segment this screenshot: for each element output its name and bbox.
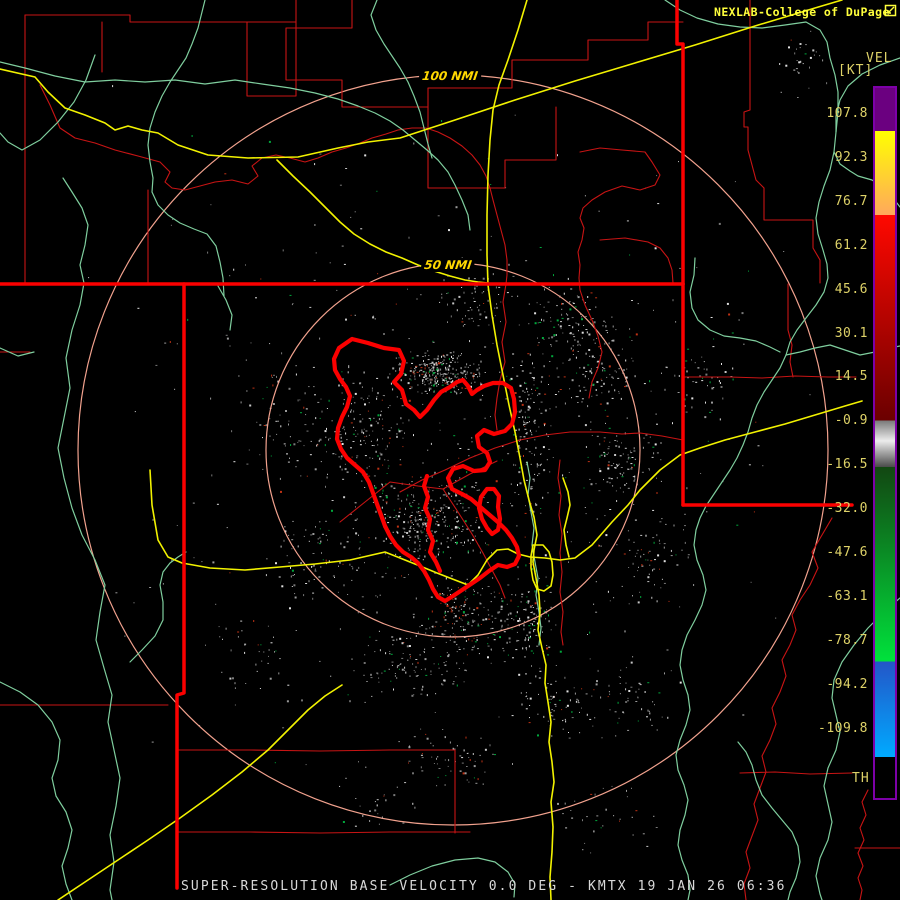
cod-logo-icon [884,4,897,17]
river-line [0,54,96,151]
colorbar-tick-label: -78.7 [826,632,868,648]
river-line [664,0,900,208]
colorbar-tick-label: -0.9 [834,413,868,429]
colorbar-tick-label: 92.3 [834,149,868,165]
river-line [675,151,835,900]
colorbar-tick-label: 45.6 [834,281,868,297]
header-title: NEXLAB-College of DuPage [714,5,890,19]
county-line [599,237,674,284]
radar-map [0,0,900,900]
river-line [689,257,781,353]
range-ring-label: 100 NMI [418,69,482,83]
colorbar-tick-label: 61.2 [834,237,868,253]
colorbar-tick-label: -47.6 [826,545,868,560]
county-line [399,431,684,493]
county-line [24,14,297,23]
colorbar-tick-label: 76.7 [834,193,868,209]
county-line [177,749,456,752]
county-line [246,0,297,97]
colorbar-th-label: TH [852,771,870,786]
velocity-colorbar [873,86,897,800]
river-line [217,285,233,331]
range-ring [265,262,641,638]
colorbar-tick-label: -94.2 [826,676,868,692]
county-line [177,831,471,834]
radar-display-page: { "header": { "title": "NEXLAB-College o… [0,0,900,900]
county-line [285,0,359,108]
highway-line [562,477,571,558]
river-line [129,551,187,663]
county-line [739,771,853,775]
colorbar-tick-label: -109.8 [818,720,868,736]
county-line [743,517,833,900]
colorbar-unit-bracket: [KT] [838,63,874,78]
colorbar-tick-label: 30.1 [834,325,868,341]
state-border [675,0,685,286]
county-line [577,147,661,399]
county-line [39,84,508,285]
county-line [357,21,684,108]
lake-outline [476,486,503,537]
state-border [175,282,186,890]
colorbar-tick-label: -16.5 [826,457,868,473]
colorbar-tick-label: 14.5 [834,369,868,385]
product-caption: SUPER-RESOLUTION BASE VELOCITY 0.0 DEG -… [181,879,787,894]
county-line [857,789,869,900]
colorbar-tick-label: -63.1 [826,588,868,604]
highway-line [486,0,555,900]
river-line [0,61,471,231]
county-line [557,459,564,646]
colorbar-tick-label: 107.8 [826,106,868,121]
county-line [494,283,507,431]
radar-image-stage: 100 NMI 50 NMI NEXLAB-College of DuPage V… [0,0,900,900]
velocity-colorbar-gradient [875,88,895,798]
county-line [787,283,794,378]
river-line [0,681,73,900]
range-ring-label: 50 NMI [420,258,476,272]
colorbar-tick-label: -32.0 [826,501,868,517]
